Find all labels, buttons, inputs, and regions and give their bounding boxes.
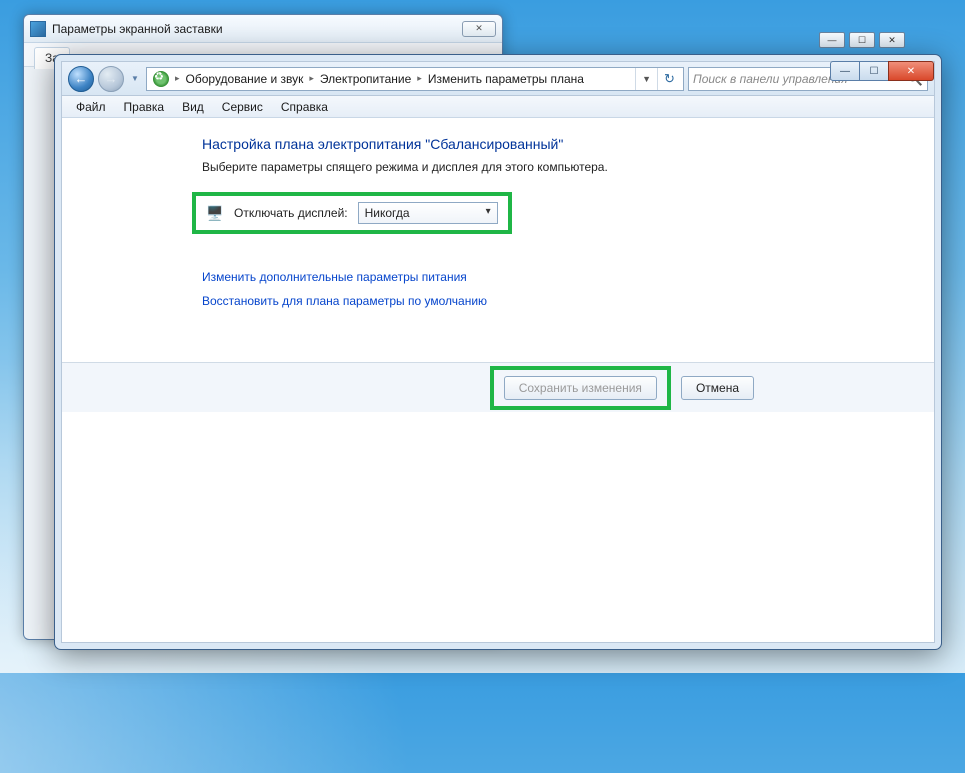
screensaver-icon — [30, 21, 46, 37]
menu-edit[interactable]: Правка — [116, 98, 173, 116]
page-subtitle: Выберите параметры спящего режима и дисп… — [202, 160, 914, 174]
back-button[interactable]: ← — [68, 66, 94, 92]
control-panel-icon — [153, 71, 169, 87]
minimize-button[interactable]: — — [830, 61, 860, 81]
crumb-sep: ▸ — [415, 73, 424, 84]
menu-help[interactable]: Справка — [273, 98, 336, 116]
display-off-value: Никогда — [365, 206, 410, 220]
display-icon: 🖥️ — [206, 204, 224, 222]
link-restore-defaults[interactable]: Восстановить для плана параметры по умол… — [202, 294, 914, 308]
display-off-combo[interactable]: Никогда — [358, 202, 498, 224]
navigation-bar: ← → ▼ ▸ Оборудование и звук ▸ Электропит… — [62, 62, 934, 96]
content-area: Настройка плана электропитания "Сбаланси… — [62, 118, 934, 362]
empty-area — [62, 412, 934, 642]
window-controls: — ☐ ✕ — [831, 61, 934, 81]
screensaver-title: Параметры экранной заставки — [52, 22, 223, 36]
refresh-button[interactable]: ↻ — [657, 68, 681, 90]
menu-view[interactable]: Вид — [174, 98, 212, 116]
maximize-button[interactable]: ☐ — [859, 61, 889, 81]
links: Изменить дополнительные параметры питани… — [202, 270, 914, 308]
display-off-label: Отключать дисплей: — [234, 206, 348, 220]
page-title: Настройка плана электропитания "Сбаланси… — [202, 136, 914, 152]
save-highlight: Сохранить изменения — [490, 366, 671, 410]
screensaver-titlebar[interactable]: Параметры экранной заставки ✕ — [24, 15, 502, 43]
crumb-sep: ▸ — [173, 73, 182, 84]
address-bar[interactable]: ▸ Оборудование и звук ▸ Электропитание ▸… — [146, 67, 684, 91]
breadcrumb-plan[interactable]: Изменить параметры плана — [424, 72, 588, 86]
screensaver-close-button[interactable]: ✕ — [462, 21, 496, 37]
menu-file[interactable]: Файл — [68, 98, 114, 116]
cancel-button[interactable]: Отмена — [681, 376, 754, 400]
display-off-highlight: 🖥️ Отключать дисплей: Никогда — [192, 192, 512, 234]
bg-maximize-button[interactable]: ☐ — [849, 32, 875, 48]
menu-bar: Файл Правка Вид Сервис Справка — [62, 96, 934, 118]
breadcrumb-hardware[interactable]: Оборудование и звук — [182, 72, 308, 86]
nav-history-dropdown[interactable]: ▼ — [128, 70, 142, 88]
breadcrumb-power[interactable]: Электропитание — [316, 72, 415, 86]
button-bar: Сохранить изменения Отмена — [62, 362, 934, 412]
link-advanced-power[interactable]: Изменить дополнительные параметры питани… — [202, 270, 914, 284]
menu-service[interactable]: Сервис — [214, 98, 271, 116]
close-button[interactable]: ✕ — [888, 61, 934, 81]
address-dropdown[interactable]: ▼ — [635, 68, 657, 90]
save-button[interactable]: Сохранить изменения — [504, 376, 657, 400]
bg-close-button[interactable]: ✕ — [879, 32, 905, 48]
background-window-controls: — ☐ ✕ — [819, 32, 905, 48]
control-panel-window: — ☐ ✕ ← → ▼ ▸ Оборудование и звук ▸ Элек… — [54, 54, 942, 650]
bg-minimize-button[interactable]: — — [819, 32, 845, 48]
forward-button[interactable]: → — [98, 66, 124, 92]
crumb-sep: ▸ — [307, 73, 316, 84]
